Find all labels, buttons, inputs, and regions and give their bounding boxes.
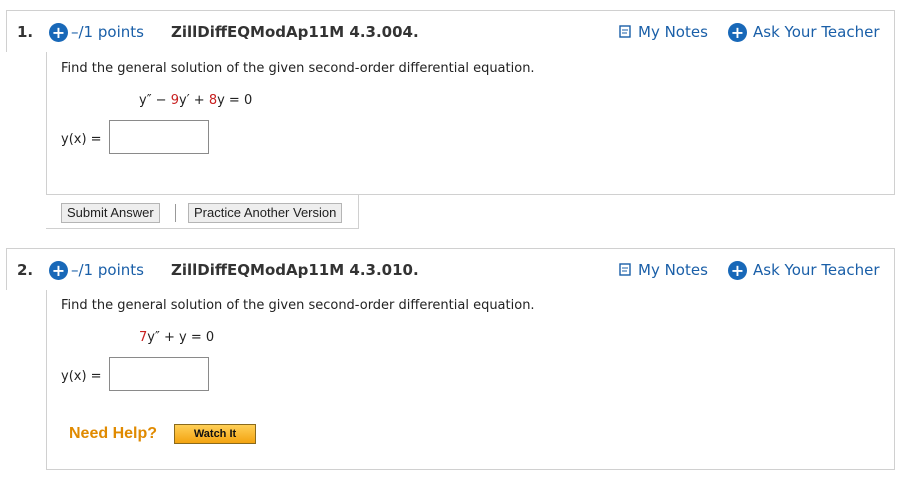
my-notes-link[interactable]: My Notes	[619, 261, 708, 279]
question-prompt: Find the general solution of the given s…	[61, 61, 535, 76]
ask-teacher-icon[interactable]: +	[728, 261, 747, 280]
notepad-icon	[619, 25, 631, 38]
ask-teacher-link[interactable]: Ask Your Teacher	[753, 23, 880, 41]
my-notes-link[interactable]: My Notes	[619, 23, 708, 41]
question-2-header: 2. + –/1 points ZillDiffEQModAp11M 4.3.0…	[6, 248, 895, 290]
answer-label: y(x) =	[61, 369, 102, 384]
answer-input[interactable]	[109, 120, 209, 154]
practice-another-version-button[interactable]: Practice Another Version	[188, 203, 343, 223]
notepad-icon	[619, 263, 631, 276]
submit-answer-button[interactable]: Submit Answer	[61, 203, 160, 223]
watch-it-button[interactable]: Watch It	[174, 424, 256, 444]
question-number: 2.	[17, 261, 34, 279]
expand-icon[interactable]: +	[49, 261, 68, 280]
answer-label: y(x) =	[61, 132, 102, 147]
ask-teacher-icon[interactable]: +	[728, 23, 747, 42]
question-prompt: Find the general solution of the given s…	[61, 298, 535, 313]
question-1-body: Find the general solution of the given s…	[46, 52, 895, 195]
question-number: 1.	[17, 23, 34, 41]
my-notes-label: My Notes	[638, 23, 708, 41]
equation: y″ − 9y′ + 8y = 0	[139, 93, 253, 108]
points-label: –/1 points	[71, 23, 144, 41]
button-bar: Submit Answer Practice Another Version	[46, 195, 359, 229]
my-notes-label: My Notes	[638, 261, 708, 279]
expand-icon[interactable]: +	[49, 23, 68, 42]
answer-input[interactable]	[109, 357, 209, 391]
equation: 7y″ + y = 0	[139, 330, 215, 345]
need-help-label: Need Help?	[69, 425, 158, 442]
button-separator	[175, 204, 176, 222]
ask-teacher-link[interactable]: Ask Your Teacher	[753, 261, 880, 279]
question-title: ZillDiffEQModAp11M 4.3.010.	[171, 261, 419, 279]
question-1-header: 1. + –/1 points ZillDiffEQModAp11M 4.3.0…	[6, 10, 895, 52]
question-2: 2. + –/1 points ZillDiffEQModAp11M 4.3.0…	[6, 248, 895, 470]
points-label: –/1 points	[71, 261, 144, 279]
question-2-body: Find the general solution of the given s…	[46, 290, 895, 470]
question-1: 1. + –/1 points ZillDiffEQModAp11M 4.3.0…	[6, 10, 895, 229]
question-title: ZillDiffEQModAp11M 4.3.004.	[171, 23, 419, 41]
